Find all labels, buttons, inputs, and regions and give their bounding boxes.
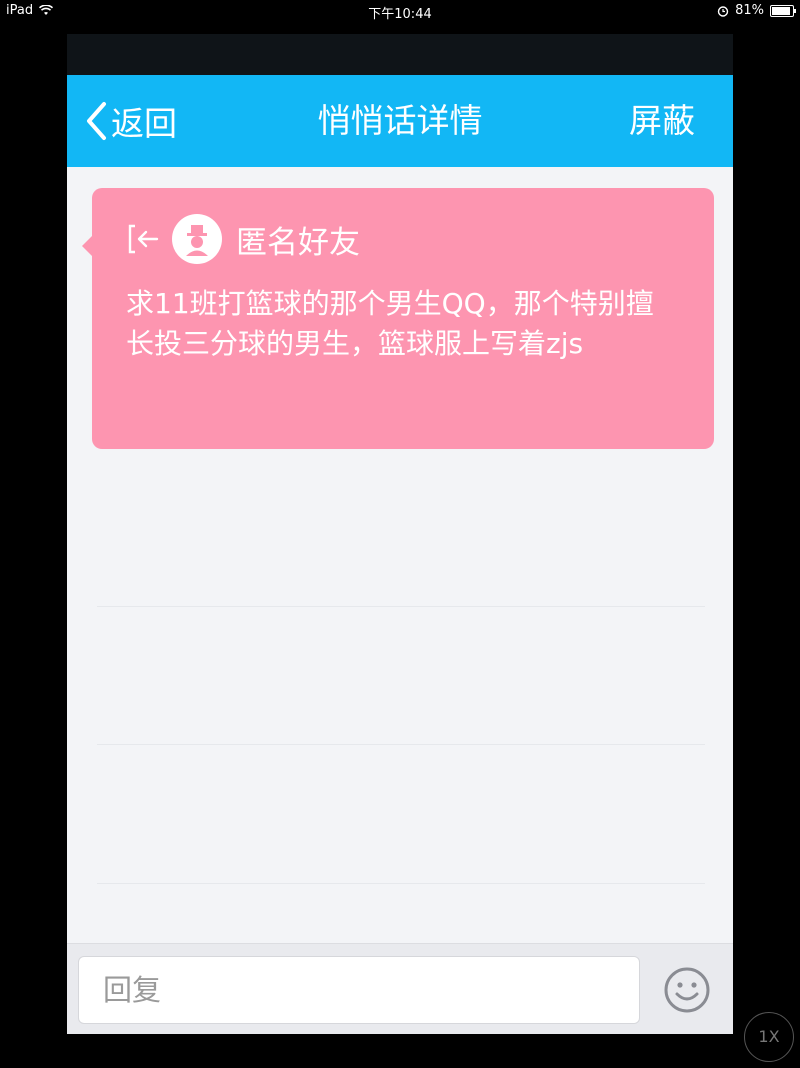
anonymous-avatar-icon xyxy=(172,214,222,264)
nav-bar: 返回 悄悄话详情 屏蔽 xyxy=(67,75,733,167)
divider xyxy=(97,883,705,884)
zoom-button[interactable]: 1X xyxy=(744,1012,794,1062)
divider xyxy=(97,744,705,745)
top-band xyxy=(67,34,733,75)
status-right: 81% xyxy=(717,3,796,18)
sender-name: 匿名好友 xyxy=(236,224,360,261)
smiley-icon[interactable] xyxy=(663,966,711,1014)
app-screen: 返回 悄悄话详情 屏蔽 匿名好友 求11班打篮球的那个男生QQ，那个特别擅长投三… xyxy=(67,34,733,1034)
reply-bar: 回复 xyxy=(67,943,733,1034)
message-text: 求11班打篮球的那个男生QQ，那个特别擅长投三分球的男生，篮球服上写着zjs xyxy=(126,287,654,360)
status-time: 下午10:44 xyxy=(368,7,432,22)
whisper-message-card: 匿名好友 求11班打篮球的那个男生QQ，那个特别擅长投三分球的男生，篮球服上写着… xyxy=(82,188,714,449)
battery-icon xyxy=(770,4,796,17)
enter-arrow-icon xyxy=(128,224,159,254)
reply-input[interactable]: 回复 xyxy=(78,956,640,1024)
status-bar: iPad 下午10:44 81% xyxy=(0,0,800,22)
sender-row: 匿名好友 xyxy=(124,214,360,264)
battery-percent: 81% xyxy=(735,3,764,18)
alarm-icon xyxy=(717,5,729,17)
divider xyxy=(97,606,705,607)
block-button[interactable]: 屏蔽 xyxy=(629,75,695,167)
